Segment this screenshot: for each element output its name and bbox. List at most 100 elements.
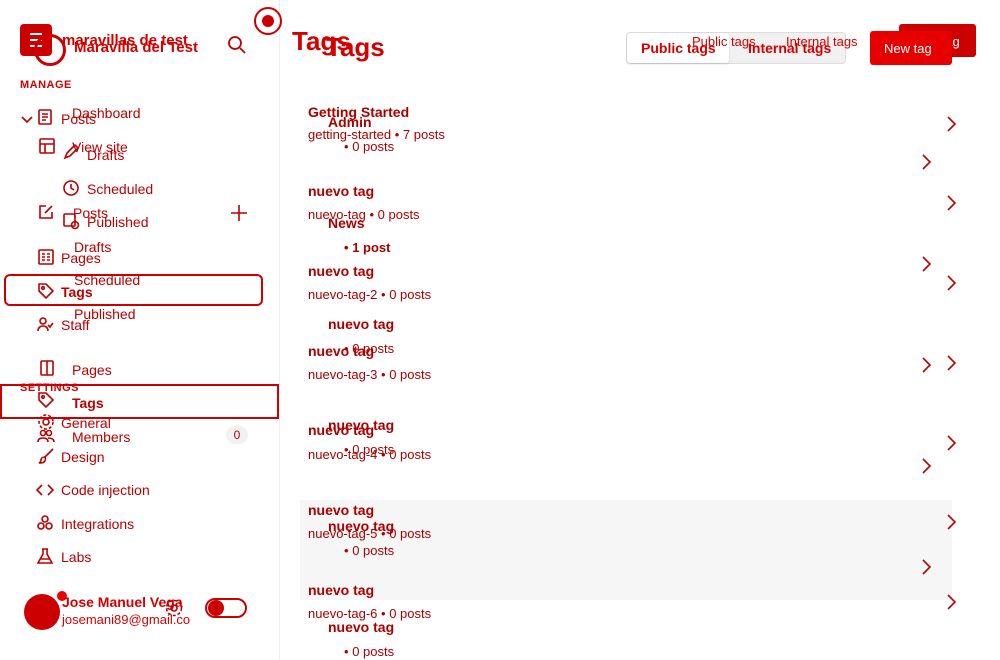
tag-count-alt: • 0 posts [344, 139, 394, 154]
chevron-right-icon[interactable] [920, 356, 934, 374]
tag-count: 0 posts [389, 367, 432, 382]
tag-name-alt[interactable]: nuevo tag [328, 619, 394, 635]
tag-count: 0 posts [389, 447, 432, 462]
tag-slug-text: nuevo-tag-3 [308, 367, 378, 382]
chevron-right-icon[interactable] [945, 513, 959, 531]
tag-count-text: 0 posts [352, 341, 395, 356]
chevron-right-icon[interactable] [945, 434, 959, 452]
separator: • [344, 139, 349, 154]
sidebar-divider [279, 0, 280, 660]
pages-alt-icon [38, 359, 56, 377]
tag-count-text: 1 post [352, 240, 391, 255]
tag-count-alt: • 0 posts [344, 442, 394, 457]
tag-name-alt[interactable]: nuevo tag [328, 518, 394, 534]
add-post-icon[interactable] [229, 203, 249, 223]
site-title-alt: Maravilla del Test [74, 39, 198, 56]
tag-name-alt[interactable]: Admin [328, 114, 372, 130]
brush-icon [37, 447, 55, 465]
toggle-knob [208, 600, 224, 616]
tag-count-alt: • 1 post [344, 240, 390, 255]
layout-icon [38, 137, 56, 155]
record-icon [254, 7, 282, 35]
page-title-alt: Tags [326, 32, 385, 62]
tag-count-text: 0 posts [352, 644, 395, 659]
tag-count-alt: • 0 posts [344, 543, 394, 558]
clock-icon [62, 179, 80, 197]
posts-icon [36, 108, 54, 126]
chevron-right-icon[interactable] [945, 115, 959, 133]
sidebar-item-design[interactable]: Design [61, 449, 105, 465]
chevron-right-icon[interactable] [945, 354, 959, 372]
tag-name[interactable]: nuevo tag [308, 582, 374, 598]
search-icon[interactable] [226, 34, 248, 56]
separator: • [344, 442, 349, 457]
staff-icon [36, 315, 54, 333]
separator: • [394, 127, 400, 142]
separator: • [344, 240, 349, 255]
edit-icon [37, 203, 55, 221]
code-icon [36, 481, 54, 499]
new-tag-label: New tag [884, 41, 932, 56]
tab-public-tags[interactable]: Public tags [641, 40, 716, 56]
sidebar-item-pages-alt[interactable]: Pages [72, 362, 112, 378]
separator: • [381, 367, 386, 382]
avatar[interactable] [24, 594, 60, 630]
sidebar-item-scheduled[interactable]: Scheduled [87, 181, 153, 197]
sidebar-item-code-injection[interactable]: Code injection [61, 482, 150, 498]
separator: • [344, 644, 349, 659]
tag-name[interactable]: nuevo tag [308, 183, 374, 199]
tag-count-text: 0 posts [352, 442, 395, 457]
separator: • [344, 341, 349, 356]
tag-count: 0 posts [377, 207, 420, 222]
chevron-right-icon[interactable] [920, 558, 934, 576]
tag-name-alt[interactable]: nuevo tag [328, 316, 394, 332]
separator: • [381, 287, 386, 302]
tag-name[interactable]: nuevo tag [308, 502, 374, 518]
tag-count-text: 0 posts [352, 139, 395, 154]
tag-count: 0 posts [389, 606, 432, 621]
separator: • [369, 207, 375, 222]
tag-slug: nuevo-tag-3 • 0 posts [308, 367, 431, 382]
chevron-right-icon[interactable] [920, 153, 934, 171]
sidebar-item-staff[interactable]: Staff [61, 317, 90, 333]
tag-name[interactable]: nuevo tag [308, 263, 374, 279]
new-tag-button[interactable]: New tag [870, 31, 952, 65]
members-count-badge: 0 [226, 426, 248, 444]
flask-icon [36, 547, 54, 565]
tag-count-text: 0 posts [352, 543, 395, 558]
tag-name-alt[interactable]: News [328, 215, 365, 231]
tag-count-alt: • 0 posts [344, 341, 394, 356]
integrations-icon [36, 514, 54, 532]
tag-icon [37, 282, 55, 300]
sidebar-item-tags[interactable]: Tags [61, 284, 93, 300]
tag-count: 0 posts [389, 526, 432, 541]
members-icon [37, 427, 55, 445]
sidebar-item-published[interactable]: Published [87, 214, 149, 230]
chevron-right-icon[interactable] [945, 194, 959, 212]
sidebar-item-drafts[interactable]: Drafts [87, 147, 124, 163]
manage-heading: MANAGE [20, 79, 72, 91]
chevron-right-icon[interactable] [920, 255, 934, 273]
sidebar-item-dashboard[interactable]: Dashboard [72, 105, 141, 121]
tag-alt-icon [37, 391, 55, 409]
sidebar-item-labs[interactable]: Labs [61, 549, 91, 565]
tag-slug: nuevo-tag-2 • 0 posts [308, 287, 431, 302]
tab-internal-tags[interactable]: Internal tags [748, 40, 831, 56]
settings-gear-icon[interactable] [164, 598, 184, 618]
chevron-down-icon[interactable] [18, 110, 36, 128]
hovered-row-background [300, 500, 952, 600]
chevron-right-icon[interactable] [920, 457, 934, 475]
tag-slug-text: nuevo-tag-2 [308, 287, 378, 302]
sidebar-item-tags-alt[interactable]: Tags [72, 395, 104, 411]
tag-name-alt[interactable]: nuevo tag [328, 417, 394, 433]
chevron-right-icon[interactable] [945, 274, 959, 292]
chevron-right-icon[interactable] [945, 593, 959, 611]
sidebar-item-members[interactable]: Members [72, 429, 130, 445]
tag-count: 7 posts [402, 127, 445, 142]
sidebar-item-integrations[interactable]: Integrations [61, 516, 134, 532]
separator: • [344, 543, 349, 558]
tag-count-alt: • 0 posts [344, 644, 394, 659]
pages-icon [37, 248, 55, 266]
tag-count: 0 posts [389, 287, 432, 302]
sidebar-item-pages[interactable]: Pages [61, 250, 101, 266]
